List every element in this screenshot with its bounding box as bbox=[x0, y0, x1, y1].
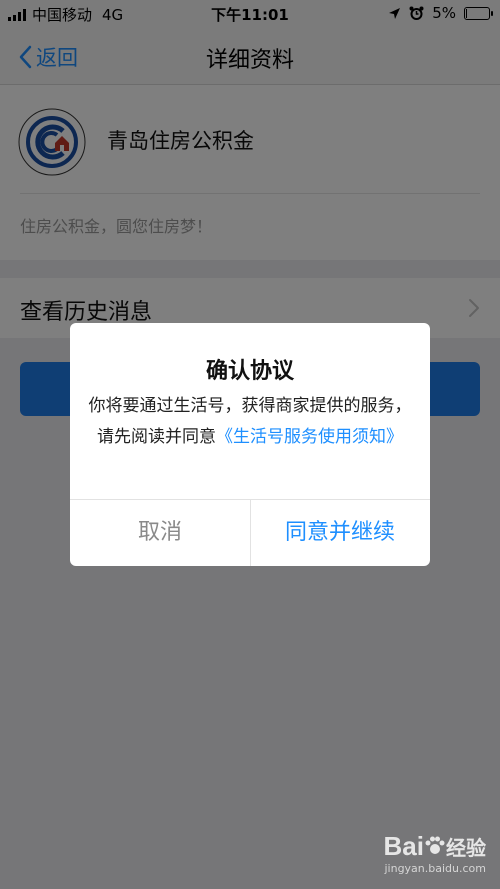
agreement-dialog: 确认协议 你将要通过生活号，获得商家提供的服务，请先阅读并同意《生活号服务使用须… bbox=[70, 323, 430, 566]
cancel-button[interactable]: 取消 bbox=[70, 500, 250, 566]
dialog-title: 确认协议 bbox=[205, 359, 294, 384]
watermark-brand-right: 经验 bbox=[446, 838, 486, 860]
watermark-brand-left: Bai bbox=[383, 831, 424, 861]
watermark-brand: Bai 经验 bbox=[384, 831, 486, 862]
dialog-message: 你将要通过生活号，获得商家提供的服务，请先阅读并同意《生活号服务使用须知》 bbox=[88, 391, 412, 453]
service-terms-link[interactable]: 《生活号服务使用须知》 bbox=[216, 427, 403, 447]
watermark-url: jingyan.baidu.com bbox=[384, 862, 486, 875]
agree-continue-button[interactable]: 同意并继续 bbox=[250, 500, 430, 566]
paw-icon bbox=[425, 836, 445, 854]
baidu-jingyan-watermark: Bai 经验 jingyan.baidu.com bbox=[384, 831, 486, 875]
